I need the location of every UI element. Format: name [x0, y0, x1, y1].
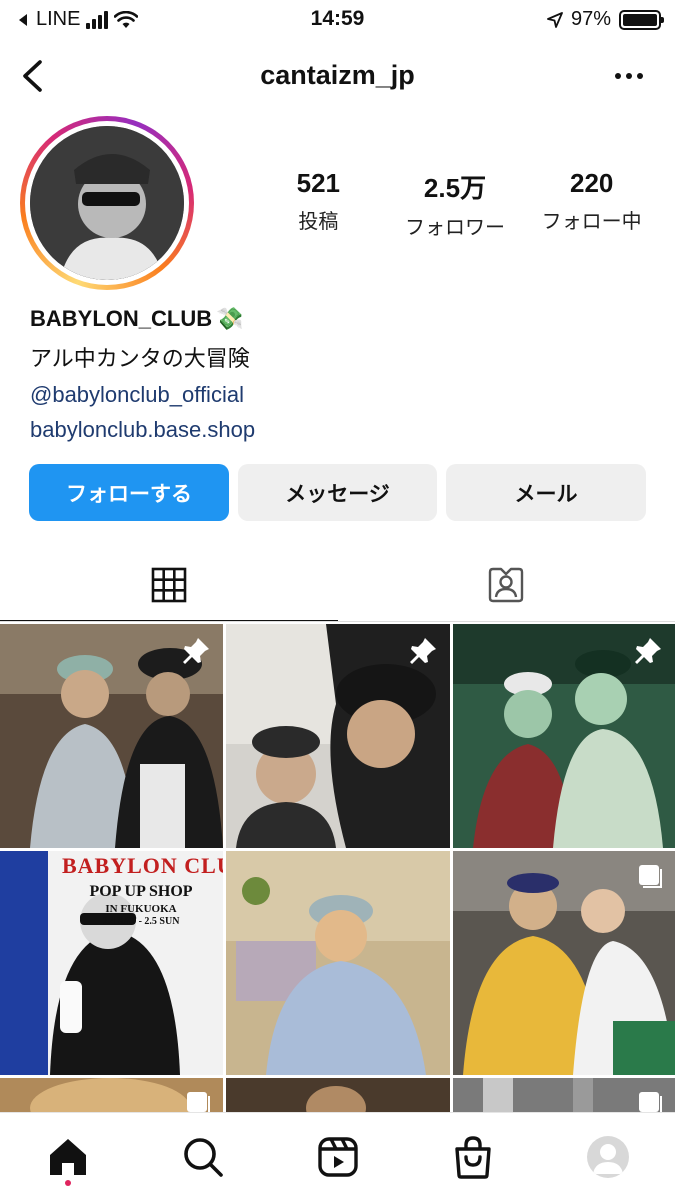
profile-avatar[interactable] [20, 116, 194, 290]
nav-shop[interactable] [405, 1113, 540, 1200]
message-button[interactable]: メッセージ [238, 464, 437, 521]
bottom-tab-bar [0, 1112, 675, 1200]
battery-percent: 97% [570, 8, 611, 30]
profile-header: cantaizm_jp [0, 46, 675, 106]
nav-home[interactable] [0, 1113, 135, 1200]
grid-icon [151, 567, 187, 603]
stat-followers-value: 2.5万 [423, 173, 487, 203]
nav-reels[interactable] [270, 1113, 405, 1200]
post-thumbnail[interactable] [226, 851, 450, 1075]
popup-poster-text: BABYLON CLUB POP UP SHOP IN FUKUOKA 2.4 … [62, 853, 223, 1075]
poster-dates: 2.4 SAT - 2.5 SUN [102, 916, 180, 927]
user-avatar-icon [586, 1135, 629, 1178]
stat-following-value: 220 [569, 168, 614, 198]
shopping-bag-icon [454, 1135, 491, 1179]
profile-stats: 521 投稿 2.5万 フォロワー 220 フォロー中 [250, 168, 660, 240]
stat-posts[interactable]: 521 投稿 [250, 168, 387, 240]
poster-subtitle: POP UP SHOP [89, 883, 193, 900]
notification-dot [64, 1180, 71, 1186]
posts-grid: BABYLON CLUB POP UP SHOP IN FUKUOKA 2.4 … [0, 624, 675, 1118]
post-thumbnail[interactable] [226, 624, 450, 848]
money-wings-emoji: 💸 [216, 306, 244, 331]
follow-button[interactable]: フォローする [29, 464, 229, 521]
bio-mention-link[interactable]: @babylonclub_official [30, 382, 650, 408]
display-name-text: BABYLON_CLUB [30, 306, 213, 331]
post-thumbnail[interactable] [0, 624, 223, 848]
header-username: cantaizm_jp [260, 60, 415, 90]
display-name: BABYLON_CLUB 💸 [30, 306, 650, 332]
bio-text: アル中カンタの大冒険 [30, 346, 250, 371]
tab-tagged[interactable] [338, 548, 675, 622]
profile-actions: フォローする メッセージ メール [29, 464, 646, 521]
stat-posts-value: 521 [296, 168, 341, 198]
battery-icon [619, 9, 664, 30]
stat-followers[interactable]: 2.5万 フォロワー [387, 168, 524, 240]
ellipsis-icon [615, 73, 621, 79]
stat-following-label: フォロー中 [541, 211, 642, 233]
poster-title: BABYLON CLUB [62, 853, 223, 878]
poster-location: IN FUKUOKA [105, 903, 177, 915]
location-arrow-icon [547, 11, 563, 28]
nav-search[interactable] [135, 1113, 270, 1200]
post-thumbnail[interactable]: BABYLON CLUB POP UP SHOP IN FUKUOKA 2.4 … [0, 851, 223, 1075]
avatar-photo [30, 126, 184, 280]
profile-bio: BABYLON_CLUB 💸 アル中カンタの大冒険 @babylonclub_o… [30, 306, 650, 443]
website-link[interactable]: babylonclub.base.shop [30, 417, 650, 443]
pin-icon [183, 638, 209, 664]
mail-button[interactable]: メール [446, 464, 646, 521]
tab-posts-grid[interactable] [0, 548, 338, 622]
profile-tabs [0, 548, 675, 622]
stat-followers-label: フォロワー [405, 217, 505, 239]
pin-icon [635, 638, 661, 664]
stat-following[interactable]: 220 フォロー中 [523, 168, 660, 240]
reels-icon [317, 1136, 358, 1177]
search-icon [183, 1137, 223, 1177]
tabs-divider [0, 621, 675, 622]
tagged-person-icon [489, 567, 524, 603]
post-image [226, 851, 450, 1075]
pin-icon [410, 638, 436, 664]
nav-profile[interactable] [540, 1113, 675, 1200]
home-icon [49, 1138, 86, 1175]
status-right: 97% [547, 8, 664, 31]
post-thumbnail[interactable] [453, 851, 675, 1075]
more-options-button[interactable] [615, 56, 643, 96]
multiple-posts-icon [639, 865, 662, 888]
status-bar: LINE 14:59 97% [0, 0, 675, 40]
post-thumbnail[interactable] [453, 624, 675, 848]
stat-posts-label: 投稿 [298, 211, 339, 233]
